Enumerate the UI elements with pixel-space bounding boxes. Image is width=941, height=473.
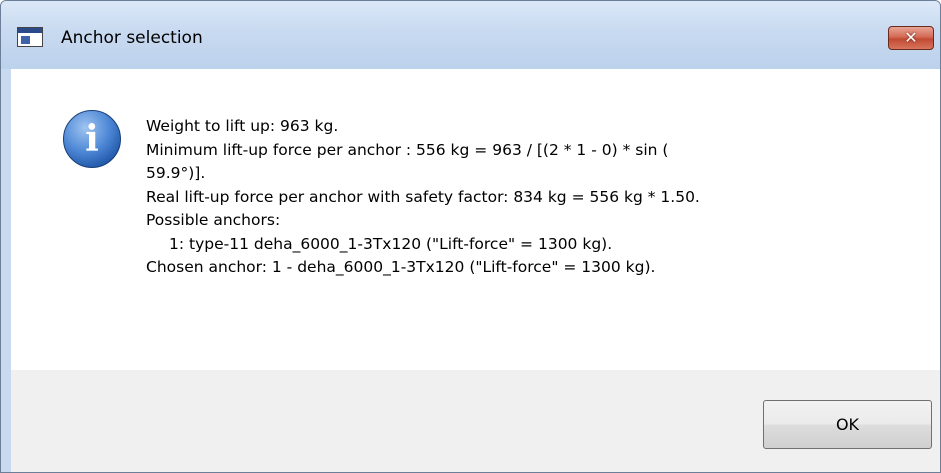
anchor-selection-dialog: Anchor selection ✕ i Weight to lift up: … <box>0 0 941 473</box>
button-bar: OK <box>11 370 940 472</box>
message-area: i Weight to lift up: 963 kg. Minimum lif… <box>11 69 940 370</box>
window-title: Anchor selection <box>61 28 203 48</box>
message-line-chosen-anchor: Chosen anchor: 1 - deha_6000_1-3Tx120 ("… <box>146 258 656 276</box>
message-line-min-force-cont: 59.9°)]. <box>146 164 206 182</box>
ok-button[interactable]: OK <box>763 400 932 449</box>
information-icon: i <box>63 110 121 168</box>
application-icon[interactable] <box>17 27 43 47</box>
message-line-min-force: Minimum lift-up force per anchor : 556 k… <box>146 140 669 159</box>
message-text: Weight to lift up: 963 kg. Minimum lift-… <box>146 115 700 280</box>
message-line-weight: Weight to lift up: 963 kg. <box>146 117 339 135</box>
message-line-possible-anchors: Possible anchors: <box>146 211 281 229</box>
info-glyph: i <box>85 118 99 160</box>
message-line-anchor-option: 1: type-11 deha_6000_1-3Tx120 ("Lift-for… <box>169 234 613 253</box>
close-icon: ✕ <box>904 28 918 47</box>
title-bar[interactable]: Anchor selection ✕ <box>1 1 940 69</box>
close-button[interactable]: ✕ <box>888 26 934 50</box>
message-line-real-force: Real lift-up force per anchor with safet… <box>146 187 700 206</box>
